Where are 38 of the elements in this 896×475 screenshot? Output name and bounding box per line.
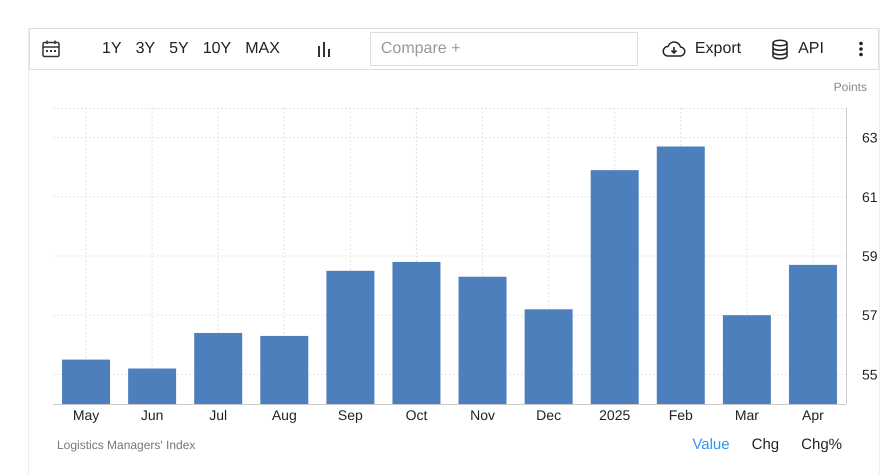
x-axis-label: Dec: [536, 407, 562, 423]
x-axis-label: Jul: [209, 407, 228, 423]
range-button[interactable]: MAX: [238, 40, 287, 58]
x-axis-label: Sep: [338, 407, 363, 423]
compare-field[interactable]: Compare +: [370, 32, 638, 66]
range-button[interactable]: 3Y: [128, 40, 162, 58]
range-button[interactable]: 1Y: [95, 40, 129, 58]
y-axis-label: 59: [862, 248, 878, 264]
more-icon[interactable]: [858, 41, 864, 57]
database-icon: [771, 38, 790, 60]
x-axis-label: Aug: [272, 407, 297, 423]
view-tab[interactable]: Chg%: [794, 436, 849, 453]
x-axis-label: Oct: [406, 407, 428, 423]
y-axis-label: 61: [862, 188, 878, 205]
y-axis-label: 57: [862, 307, 878, 324]
bar: [128, 368, 176, 404]
x-axis-label: May: [72, 407, 100, 423]
cloud-download-icon: [662, 40, 686, 58]
range-button[interactable]: 10Y: [196, 40, 238, 58]
x-axis-label: Mar: [734, 407, 759, 423]
range-button[interactable]: 5Y: [162, 40, 196, 58]
y-axis-label: 55: [862, 366, 878, 382]
export-button[interactable]: Export: [662, 38, 742, 60]
api-button[interactable]: API: [771, 38, 824, 60]
x-axis-label: Nov: [470, 407, 495, 423]
view-tab[interactable]: Chg: [744, 436, 786, 453]
x-axis-label: Jun: [140, 407, 164, 423]
bar: [62, 360, 110, 404]
y-axis-label: 63: [862, 130, 878, 146]
unit-label: Points: [834, 80, 867, 96]
source-label: Logistics Managers' Index: [57, 438, 196, 452]
x-axis-label: Apr: [802, 407, 824, 423]
calendar-icon[interactable]: [41, 39, 61, 59]
x-axis-label: Feb: [668, 407, 693, 423]
bar: [194, 332, 242, 404]
bar: [260, 336, 308, 404]
x-axis-label: 2025: [599, 407, 630, 423]
bar-chart-icon[interactable]: [316, 41, 332, 57]
